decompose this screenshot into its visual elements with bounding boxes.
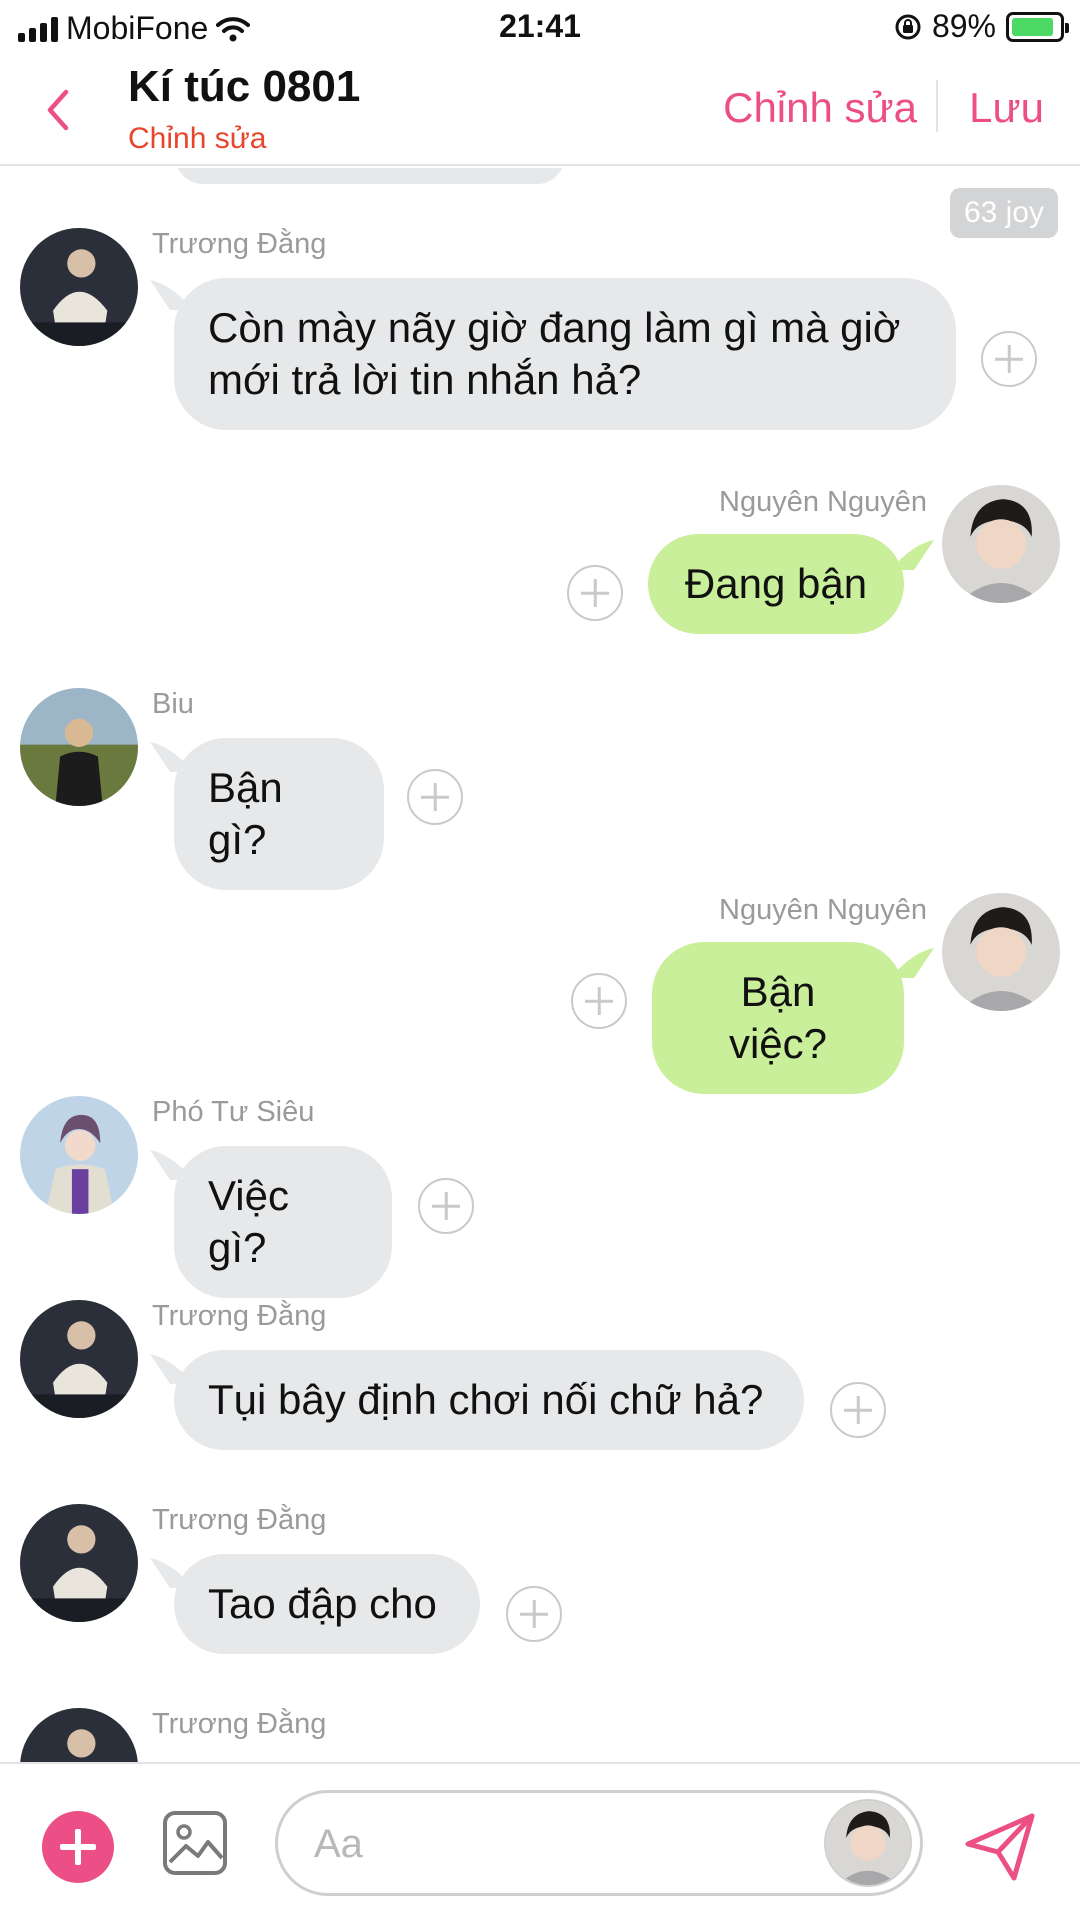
message-bubble[interactable]: Tụi bây định chơi nối chữ hả? (174, 1350, 804, 1450)
joy-badge: 63 joy (949, 188, 1058, 238)
send-icon[interactable] (962, 1808, 1038, 1884)
avatar-truong-dang[interactable] (20, 228, 138, 346)
sender-name: Biu (152, 688, 194, 720)
react-button[interactable] (567, 565, 623, 621)
status-bar: MobiFone 21:41 89% (0, 0, 1080, 56)
react-button[interactable] (506, 1586, 562, 1642)
back-icon[interactable] (38, 82, 78, 138)
avatar-truong-dang[interactable] (20, 1300, 138, 1418)
message-bubble[interactable]: Tao đập cho (174, 1554, 480, 1654)
status-right: 89% (894, 8, 1069, 45)
sender-avatar-button[interactable] (824, 1799, 912, 1887)
react-button[interactable] (418, 1178, 474, 1234)
add-button[interactable] (42, 1811, 114, 1883)
battery-icon (1006, 11, 1069, 42)
avatar-truong-dang[interactable] (20, 1504, 138, 1622)
message-list[interactable]: 63 joy Trương Đằng Còn mày nãy giờ đang … (0, 168, 1080, 1762)
battery-fill (1012, 17, 1053, 36)
message-bubble[interactable]: Đang bận (648, 534, 904, 634)
sender-name: Nguyên Nguyên (719, 486, 927, 518)
chat-header: Kí túc 0801 Chỉnh sửa Chỉnh sửa Lưu (0, 56, 1080, 166)
message-composer (0, 1762, 1080, 1920)
message-bubble[interactable]: Bận gì? (174, 738, 384, 890)
sender-name: Trương Đằng (152, 1300, 327, 1332)
react-button[interactable] (981, 331, 1037, 387)
message-bubble[interactable]: Bận việc? (652, 942, 904, 1094)
avatar-biu[interactable] (20, 688, 138, 806)
sender-name: Phó Tư Siêu (152, 1096, 315, 1128)
chat-title: Kí túc 0801 (128, 62, 361, 111)
header-divider (936, 80, 938, 132)
sender-name: Trương Đằng (152, 1708, 327, 1740)
avatar-truong-dang[interactable] (20, 1708, 138, 1762)
sender-name: Trương Đằng (152, 228, 327, 260)
avatar-nguyen-nguyen[interactable] (942, 485, 1060, 603)
message-bubble[interactable]: Còn mày nãy giờ đang làm gì mà giờ mới t… (174, 278, 956, 430)
sender-name: Nguyên Nguyên (719, 894, 927, 926)
image-icon[interactable] (162, 1810, 228, 1876)
edit-button[interactable]: Chỉnh sửa (723, 84, 917, 132)
battery-percent: 89% (931, 8, 996, 44)
react-button[interactable] (830, 1382, 886, 1438)
message-bubble-partial (175, 168, 565, 184)
react-button[interactable] (407, 769, 463, 825)
save-button[interactable]: Lưu (969, 84, 1044, 132)
message-bubble[interactable]: Việc gì? (174, 1146, 392, 1298)
message-input[interactable] (314, 1815, 774, 1873)
sender-name: Trương Đằng (152, 1504, 327, 1536)
avatar-nguyen-nguyen[interactable] (942, 893, 1060, 1011)
avatar-pho-tu-sieu[interactable] (20, 1096, 138, 1214)
orientation-lock-icon (895, 14, 921, 39)
react-button[interactable] (571, 973, 627, 1029)
message-input-box[interactable] (275, 1790, 923, 1896)
chat-subtitle[interactable]: Chỉnh sửa (128, 122, 267, 156)
